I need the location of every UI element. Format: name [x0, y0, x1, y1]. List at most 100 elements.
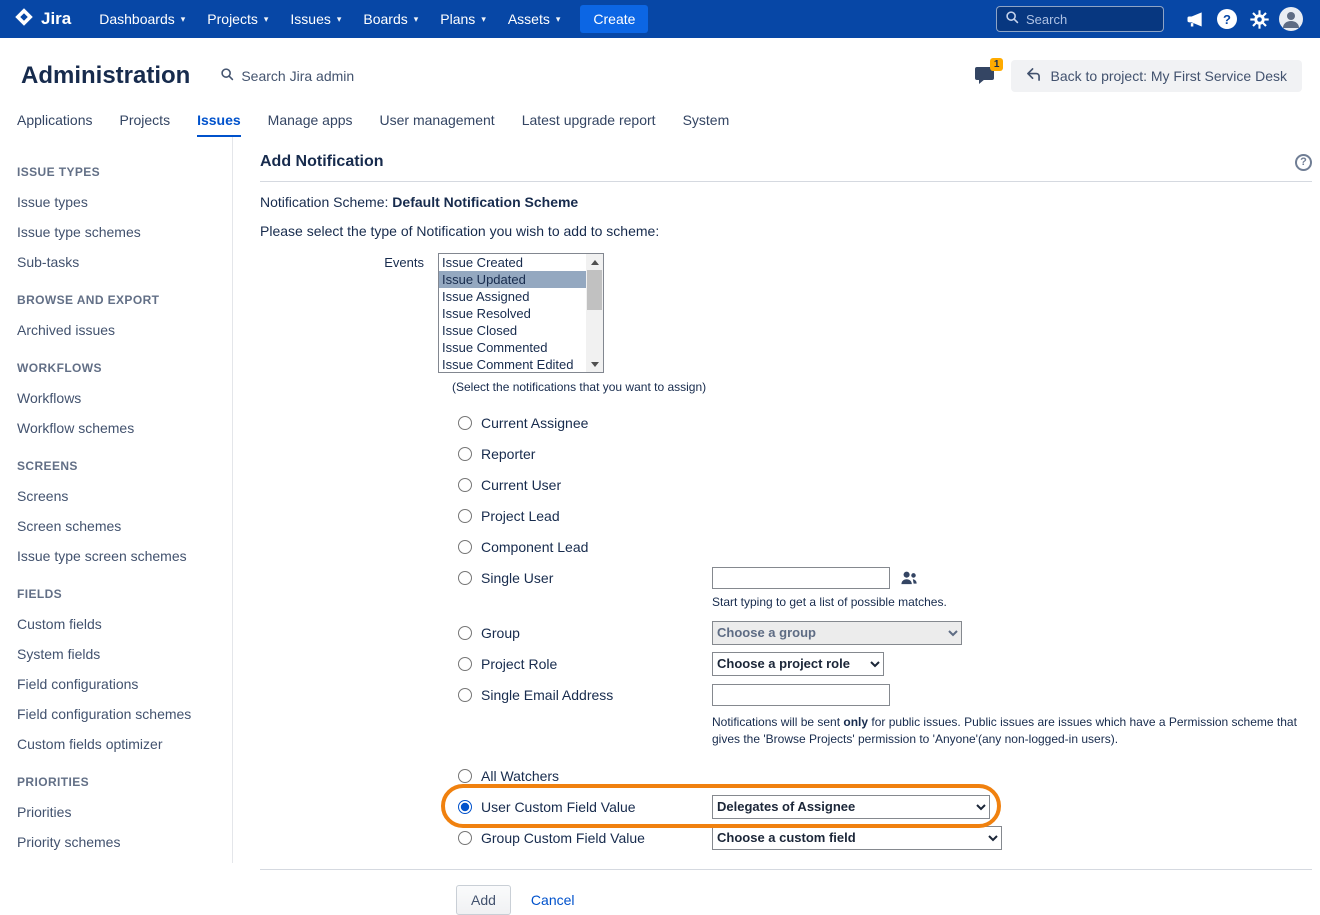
global-search[interactable] [996, 6, 1164, 32]
chevron-down-icon: ▾ [556, 14, 561, 25]
event-option[interactable]: Issue Assigned [439, 288, 586, 305]
admin-search[interactable] [220, 67, 401, 86]
event-option[interactable]: Issue Resolved [439, 305, 586, 322]
chevron-down-icon: ▾ [337, 14, 342, 25]
event-option[interactable]: Issue Created [439, 254, 586, 271]
jira-logo[interactable]: Jira [14, 7, 71, 32]
sidebar-item-custom-fields[interactable]: Custom fields [17, 609, 224, 639]
sidebar-item-workflows[interactable]: Workflows [17, 383, 224, 413]
option-reporter: Reporter [458, 438, 1312, 469]
event-option[interactable]: Issue Commented [439, 339, 586, 356]
nav-issues-label: Issues [290, 11, 330, 27]
search-icon [1005, 10, 1019, 29]
scroll-up-icon[interactable] [586, 254, 603, 270]
radio-current-assignee[interactable] [458, 416, 472, 430]
radio-project-lead[interactable] [458, 509, 472, 523]
sidebar-item-field-configurations[interactable]: Field configurations [17, 669, 224, 699]
admin-header: Administration 1 Back to project: My Fir… [0, 38, 1320, 92]
radio-single-email[interactable] [458, 688, 472, 702]
tab-applications[interactable]: Applications [17, 112, 93, 137]
settings-button[interactable] [1244, 4, 1274, 34]
sidebar-item-priorities[interactable]: Priorities [17, 797, 224, 827]
nav-assets[interactable]: Assets ▾ [498, 3, 571, 35]
help-icon[interactable]: ? [1295, 154, 1312, 171]
tab-projects[interactable]: Projects [120, 112, 171, 137]
option-label: Group Custom Field Value [481, 830, 645, 846]
radio-group[interactable] [458, 626, 472, 640]
option-project-role: Project Role Choose a project role [458, 648, 1312, 679]
tab-issues[interactable]: Issues [197, 112, 241, 137]
notification-badge: 1 [990, 58, 1004, 71]
option-current-user: Current User [458, 469, 1312, 500]
sidebar-item-workflow-schemes[interactable]: Workflow schemes [17, 413, 224, 443]
option-current-assignee: Current Assignee [458, 407, 1312, 438]
project-role-select[interactable]: Choose a project role [712, 652, 884, 676]
global-search-input[interactable] [1026, 12, 1155, 27]
create-button[interactable]: Create [580, 5, 648, 33]
notification-type-options: Current Assignee Reporter Current User [458, 407, 1312, 853]
radio-project-role[interactable] [458, 657, 472, 671]
radio-group-custom-field-value[interactable] [458, 831, 472, 845]
nav-assets-label: Assets [508, 11, 550, 27]
nav-plans[interactable]: Plans ▾ [430, 3, 496, 35]
nav-boards[interactable]: Boards ▾ [353, 3, 428, 35]
option-user-custom-field-value: User Custom Field Value Delegates of Ass… [458, 791, 1312, 822]
scrollbar-thumb[interactable] [587, 270, 602, 310]
feedback-button[interactable]: 1 [973, 63, 1001, 89]
events-listbox[interactable]: Issue Created Issue Updated Issue Assign… [438, 253, 604, 373]
radio-single-user[interactable] [458, 571, 472, 585]
sidebar-item-system-fields[interactable]: System fields [17, 639, 224, 669]
group-select[interactable]: Choose a group [712, 621, 962, 645]
admin-search-input[interactable] [241, 68, 401, 84]
tab-manage-apps[interactable]: Manage apps [268, 112, 353, 137]
user-custom-field-select[interactable]: Delegates of Assignee [712, 795, 990, 819]
nav-projects[interactable]: Projects ▾ [197, 3, 278, 35]
option-label: Current Assignee [481, 415, 588, 431]
radio-component-lead[interactable] [458, 540, 472, 554]
sidebar-item-custom-fields-optimizer[interactable]: Custom fields optimizer [17, 729, 224, 759]
radio-user-custom-field-value[interactable] [458, 800, 472, 814]
cancel-link[interactable]: Cancel [531, 892, 575, 908]
admin-tabs: Applications Projects Issues Manage apps… [0, 112, 1320, 137]
nav-dashboards[interactable]: Dashboards ▾ [89, 3, 195, 35]
option-label: Group [481, 625, 520, 641]
sidebar-item-archived-issues[interactable]: Archived issues [17, 315, 224, 345]
sidebar-item-field-configuration-schemes[interactable]: Field configuration schemes [17, 699, 224, 729]
single-user-input[interactable] [712, 567, 890, 589]
event-option[interactable]: Issue Closed [439, 322, 586, 339]
sidebar-item-issue-types[interactable]: Issue types [17, 187, 224, 217]
tab-latest-upgrade-report[interactable]: Latest upgrade report [522, 112, 656, 137]
radio-reporter[interactable] [458, 447, 472, 461]
tab-system[interactable]: System [683, 112, 730, 137]
nav-issues[interactable]: Issues ▾ [280, 3, 351, 35]
radio-current-user[interactable] [458, 478, 472, 492]
sidebar-item-issue-type-screen-schemes[interactable]: Issue type screen schemes [17, 541, 224, 571]
event-option[interactable]: Issue Comment Edited [439, 356, 586, 373]
nav-dashboards-label: Dashboards [99, 11, 175, 27]
sidebar-item-screens[interactable]: Screens [17, 481, 224, 511]
user-avatar[interactable] [1276, 4, 1306, 34]
announcements-button[interactable] [1180, 4, 1210, 34]
sidebar-item-priority-schemes[interactable]: Priority schemes [17, 827, 224, 857]
sidebar-section-priorities: PRIORITIES [17, 775, 224, 789]
back-to-project-button[interactable]: Back to project: My First Service Desk [1011, 60, 1302, 92]
group-custom-field-select[interactable]: Choose a custom field [712, 826, 1002, 850]
tab-user-management[interactable]: User management [380, 112, 495, 137]
scroll-down-icon[interactable] [586, 356, 603, 372]
help-button[interactable]: ? [1212, 4, 1242, 34]
single-email-input[interactable] [712, 684, 890, 706]
sidebar-section-workflows: WORKFLOWS [17, 361, 224, 375]
option-group: Group Choose a group [458, 617, 1312, 648]
listbox-scrollbar[interactable] [586, 254, 603, 372]
user-picker-icon[interactable] [899, 569, 918, 586]
add-button[interactable]: Add [456, 885, 511, 915]
sidebar-item-sub-tasks[interactable]: Sub-tasks [17, 247, 224, 277]
nav-projects-label: Projects [207, 11, 258, 27]
avatar [1279, 7, 1303, 31]
radio-all-watchers[interactable] [458, 769, 472, 783]
sidebar-section-browse-export: BROWSE AND EXPORT [17, 293, 224, 307]
option-label: Project Role [481, 656, 557, 672]
sidebar-item-screen-schemes[interactable]: Screen schemes [17, 511, 224, 541]
event-option-selected[interactable]: Issue Updated [439, 271, 586, 288]
sidebar-item-issue-type-schemes[interactable]: Issue type schemes [17, 217, 224, 247]
